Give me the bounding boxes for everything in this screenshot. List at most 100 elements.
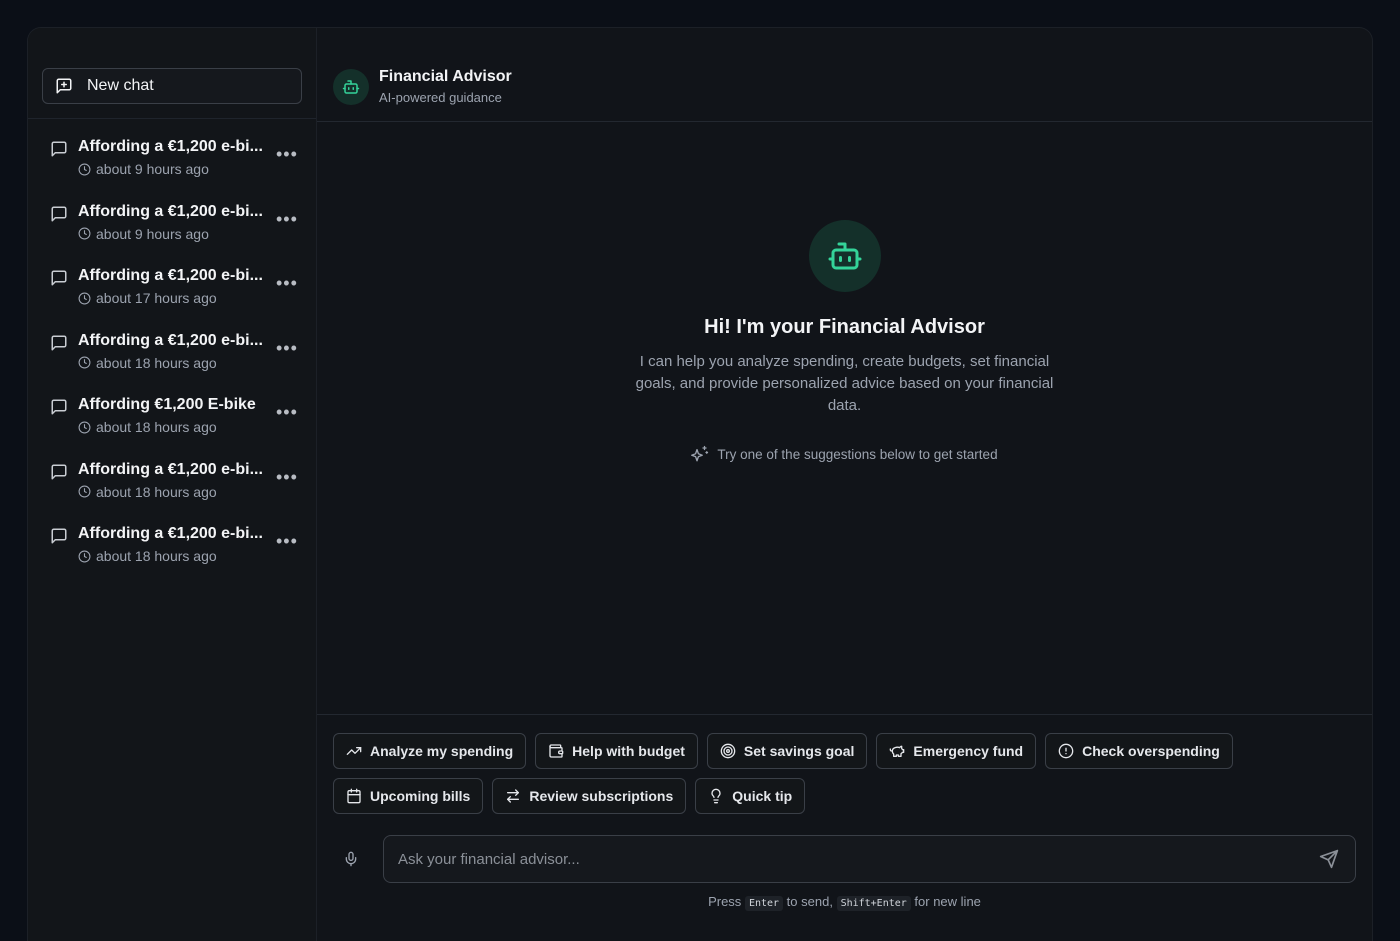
chat-history-item[interactable]: Affording a €1,200 e-bi... about 18 hour… — [28, 516, 316, 581]
app-window: New chat Affording a €1,200 e-bi... abou… — [27, 27, 1373, 941]
clock-icon — [78, 163, 91, 175]
message-input-box — [383, 835, 1356, 883]
suggestion-chip-check-overspending[interactable]: Check overspending — [1045, 733, 1233, 769]
keyboard-hint: Press Enter to send, Shift+Enter for new… — [333, 894, 1356, 911]
chat-time-text: about 18 hours ago — [96, 419, 217, 435]
sidebar-top: New chat — [28, 28, 316, 119]
chat-title: Affording a €1,200 e-bi... — [78, 267, 263, 284]
chip-label: Emergency fund — [913, 743, 1024, 759]
chat-time-text: about 9 hours ago — [96, 161, 209, 177]
chat-history-item[interactable]: Affording a €1,200 e-bi... about 18 hour… — [28, 452, 316, 517]
chat-title: Affording a €1,200 e-bi... — [78, 138, 263, 155]
chat-history-item[interactable]: Affording a €1,200 e-bi... about 9 hours… — [28, 129, 316, 194]
message-square-icon — [51, 464, 67, 479]
chat-title: Affording €1,200 E-bike — [78, 396, 256, 413]
new-chat-button[interactable]: New chat — [42, 68, 302, 104]
suggestion-chip-emergency-fund[interactable]: Emergency fund — [876, 733, 1037, 769]
suggestion-chip-quick-tip[interactable]: Quick tip — [695, 778, 806, 814]
header-title: Financial Advisor — [379, 68, 512, 85]
suggestion-chip-analyze-spending[interactable]: Analyze my spending — [333, 733, 527, 769]
hint-new-line: for new line — [914, 894, 981, 909]
alert-circle-icon — [1058, 743, 1074, 759]
chip-label: Set savings goal — [743, 743, 855, 759]
suggestion-chip-upcoming-bills[interactable]: Upcoming bills — [333, 778, 484, 814]
sparkles-icon — [691, 445, 709, 462]
message-square-icon — [51, 399, 67, 415]
message-square-icon — [51, 141, 67, 157]
chat-history-item[interactable]: Affording a €1,200 e-bi... about 17 hour… — [28, 258, 316, 323]
chat-timestamp: about 17 hours ago — [78, 290, 263, 306]
message-square-icon — [51, 528, 67, 544]
chat-history-item[interactable]: Affording a €1,200 e-bi... about 9 hours… — [28, 194, 316, 259]
bot-icon — [828, 242, 861, 270]
hint-to-send: to send, — [786, 894, 833, 909]
chat-title: Affording a €1,200 e-bi... — [78, 331, 263, 349]
chat-timestamp: about 18 hours ago — [78, 548, 263, 564]
chat-main: Financial Advisor AI-powered guidance Hi… — [317, 28, 1372, 941]
lightbulb-icon — [711, 788, 721, 804]
send-icon[interactable] — [1319, 849, 1339, 869]
chat-history-list: Affording a €1,200 e-bi... about 9 hours… — [28, 119, 316, 581]
chat-time-text: about 18 hours ago — [96, 483, 217, 500]
more-options-button[interactable]: ••• — [276, 532, 298, 550]
suggestion-hint: Try one of the suggestions below to get … — [317, 445, 1372, 463]
chat-title: Affording a €1,200 e-bi... — [78, 460, 263, 478]
clock-icon — [78, 356, 91, 369]
wallet-icon — [549, 744, 564, 758]
message-input[interactable] — [398, 850, 1341, 868]
clock-icon — [78, 292, 91, 304]
chat-title: Affording a €1,200 e-bi... — [78, 202, 263, 220]
piggy-bank-icon — [890, 745, 905, 757]
shift-enter-key: Shift+Enter — [836, 896, 911, 911]
trending-up-icon — [346, 747, 362, 755]
welcome-panel: Hi! I'm your Financial Advisor I can hel… — [317, 220, 1372, 463]
sidebar: New chat Affording a €1,200 e-bi... abou… — [28, 28, 317, 941]
suggestion-chip-review-subscriptions[interactable]: Review subscriptions — [492, 778, 687, 814]
suggestion-hint-text: Try one of the suggestions below to get … — [717, 446, 998, 462]
chat-time-text: about 18 hours ago — [96, 354, 217, 371]
advisor-avatar — [333, 68, 369, 105]
chat-title: Affording a €1,200 e-bi... — [78, 525, 263, 542]
chat-timestamp: about 18 hours ago — [78, 419, 256, 435]
chat-time-text: about 18 hours ago — [96, 548, 217, 564]
chip-label: Analyze my spending — [370, 743, 514, 759]
clock-icon — [78, 550, 91, 562]
message-square-icon — [51, 335, 67, 350]
chip-label: Upcoming bills — [370, 788, 471, 804]
more-options-button[interactable]: ••• — [276, 468, 298, 486]
chat-history-item[interactable]: Affording €1,200 E-bike about 18 hours a… — [28, 387, 316, 452]
suggestion-chip-help-budget[interactable]: Help with budget — [535, 733, 698, 769]
chat-timestamp: about 18 hours ago — [78, 484, 263, 500]
enter-key: Enter — [744, 896, 784, 911]
clock-icon — [78, 421, 91, 433]
more-options-button[interactable]: ••• — [276, 210, 298, 228]
suggestion-chip-savings-goal[interactable]: Set savings goal — [706, 733, 868, 769]
chip-label: Help with budget — [572, 743, 685, 759]
message-square-icon — [51, 206, 67, 221]
target-icon — [720, 743, 736, 759]
chip-label: Review subscriptions — [529, 788, 674, 804]
chat-header: Financial Advisor AI-powered guidance — [317, 28, 1372, 122]
new-chat-label: New chat — [87, 77, 154, 94]
chat-history-item[interactable]: Affording a €1,200 e-bi... about 18 hour… — [28, 323, 316, 388]
microphone-icon — [345, 851, 357, 867]
clock-icon — [78, 485, 91, 498]
more-options-button[interactable]: ••• — [276, 403, 298, 421]
bot-icon — [342, 79, 360, 94]
clock-icon — [78, 227, 91, 240]
more-options-button[interactable]: ••• — [276, 145, 298, 163]
calendar-icon — [347, 788, 361, 804]
new-chat-icon — [56, 78, 72, 94]
welcome-heading: Hi! I'm your Financial Advisor — [704, 316, 985, 338]
more-options-button[interactable]: ••• — [276, 339, 298, 357]
composer-row — [333, 835, 1356, 883]
chat-timestamp: about 18 hours ago — [78, 355, 263, 371]
header-subtitle: AI-powered guidance — [379, 90, 502, 105]
chat-time-text: about 17 hours ago — [96, 290, 217, 306]
composer-area: Analyze my spending Help with budget Set… — [317, 714, 1372, 911]
chat-time-text: about 9 hours ago — [96, 225, 209, 242]
more-options-button[interactable]: ••• — [276, 274, 298, 292]
welcome-avatar — [808, 220, 881, 292]
microphone-button[interactable] — [333, 841, 369, 877]
chip-label: Quick tip — [732, 788, 793, 804]
